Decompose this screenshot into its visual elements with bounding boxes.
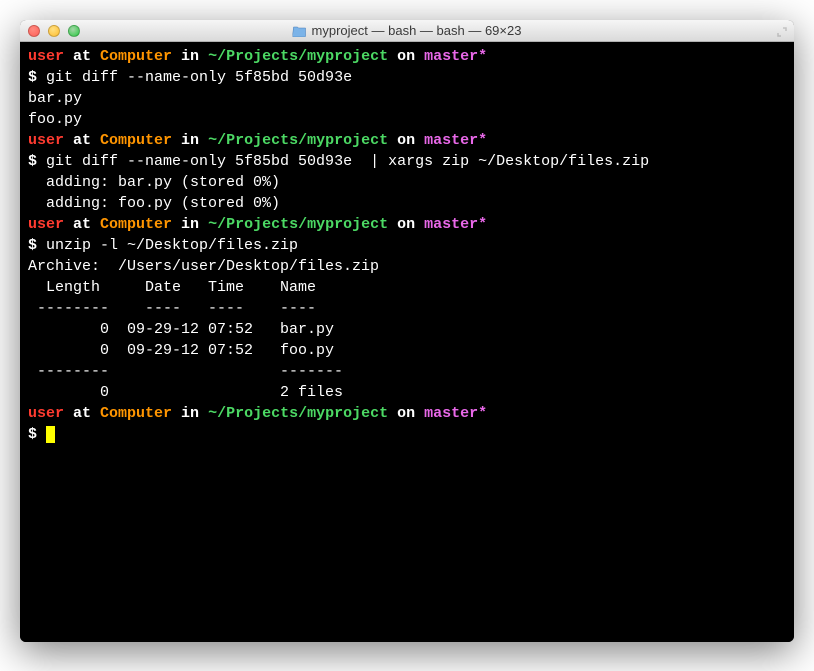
output-line: Length Date Time Name (28, 277, 786, 298)
output-line: 0 2 files (28, 382, 786, 403)
terminal-window: myproject — bash — bash — 69×23 user at … (20, 20, 794, 642)
prompt-on: on (388, 48, 424, 65)
prompt-line: user at Computer in ~/Projects/myproject… (28, 46, 786, 67)
close-button[interactable] (28, 25, 40, 37)
prompt-line: user at Computer in ~/Projects/myproject… (28, 130, 786, 151)
output-line: adding: bar.py (stored 0%) (28, 172, 786, 193)
prompt-symbol: $ (28, 153, 46, 170)
prompt-symbol: $ (28, 426, 46, 443)
prompt-symbol: $ (28, 69, 46, 86)
prompt-line: user at Computer in ~/Projects/myproject… (28, 403, 786, 424)
prompt-at: at (64, 132, 100, 149)
command-text: unzip -l ~/Desktop/files.zip (46, 237, 298, 254)
prompt-on: on (388, 216, 424, 233)
prompt-branch: master* (424, 132, 487, 149)
prompt-host: Computer (100, 405, 172, 422)
prompt-symbol: $ (28, 237, 46, 254)
prompt-at: at (64, 48, 100, 65)
command-text: git diff --name-only 5f85bd 50d93e | xar… (46, 153, 649, 170)
terminal-body[interactable]: user at Computer in ~/Projects/myproject… (20, 42, 794, 642)
prompt-branch: master* (424, 405, 487, 422)
output-line: 0 09-29-12 07:52 foo.py (28, 340, 786, 361)
prompt-path: ~/Projects/myproject (208, 405, 388, 422)
expand-icon[interactable] (776, 25, 788, 37)
output-line: bar.py (28, 88, 786, 109)
prompt-in: in (172, 132, 208, 149)
prompt-on: on (388, 405, 424, 422)
prompt-path: ~/Projects/myproject (208, 216, 388, 233)
prompt-host: Computer (100, 216, 172, 233)
prompt-user: user (28, 405, 64, 422)
output-line: Archive: /Users/user/Desktop/files.zip (28, 256, 786, 277)
command-line: $ git diff --name-only 5f85bd 50d93e | x… (28, 151, 786, 172)
output-line: foo.py (28, 109, 786, 130)
zoom-button[interactable] (68, 25, 80, 37)
prompt-user: user (28, 48, 64, 65)
prompt-host: Computer (100, 48, 172, 65)
cursor (46, 426, 55, 443)
prompt-in: in (172, 216, 208, 233)
command-line: $ git diff --name-only 5f85bd 50d93e (28, 67, 786, 88)
output-line: 0 09-29-12 07:52 bar.py (28, 319, 786, 340)
prompt-at: at (64, 216, 100, 233)
prompt-on: on (388, 132, 424, 149)
prompt-at: at (64, 405, 100, 422)
prompt-path: ~/Projects/myproject (208, 132, 388, 149)
prompt-in: in (172, 405, 208, 422)
command-line: $ unzip -l ~/Desktop/files.zip (28, 235, 786, 256)
command-text: git diff --name-only 5f85bd 50d93e (46, 69, 352, 86)
prompt-line: user at Computer in ~/Projects/myproject… (28, 214, 786, 235)
folder-icon (293, 25, 307, 37)
command-line-active[interactable]: $ (28, 424, 786, 445)
prompt-host: Computer (100, 132, 172, 149)
prompt-in: in (172, 48, 208, 65)
window-title-area: myproject — bash — bash — 69×23 (293, 23, 522, 38)
output-line: -------- ------- (28, 361, 786, 382)
output-line: -------- ---- ---- ---- (28, 298, 786, 319)
prompt-branch: master* (424, 216, 487, 233)
prompt-user: user (28, 216, 64, 233)
prompt-branch: master* (424, 48, 487, 65)
prompt-user: user (28, 132, 64, 149)
titlebar[interactable]: myproject — bash — bash — 69×23 (20, 20, 794, 42)
output-line: adding: foo.py (stored 0%) (28, 193, 786, 214)
window-title: myproject — bash — bash — 69×23 (312, 23, 522, 38)
prompt-path: ~/Projects/myproject (208, 48, 388, 65)
traffic-lights (28, 25, 80, 37)
minimize-button[interactable] (48, 25, 60, 37)
